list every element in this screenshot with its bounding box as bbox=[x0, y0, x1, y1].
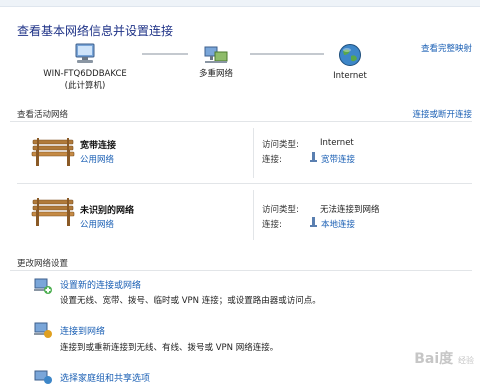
connect-network-icon bbox=[34, 322, 52, 338]
divider bbox=[10, 121, 472, 122]
watermark-sub: 经验 bbox=[458, 356, 474, 365]
vertical-divider bbox=[253, 128, 254, 178]
network-type-link[interactable]: 公用网络 bbox=[80, 153, 114, 165]
active-networks-section-label: 查看活动网络 bbox=[17, 110, 69, 120]
computer-name: WIN-FTQ6DDBAKCE bbox=[43, 69, 127, 79]
page-title: 查看基本网络信息并设置连接 bbox=[17, 24, 174, 38]
multiple-networks-label: 多重网络 bbox=[198, 69, 233, 79]
internet-label: Internet bbox=[333, 71, 367, 81]
map-connector-line bbox=[142, 53, 188, 55]
network-type-link[interactable]: 公用网络 bbox=[80, 218, 114, 230]
task-description: 连接到或重新连接到无线、有线、拨号或 VPN 网络连接。 bbox=[60, 343, 279, 353]
access-type-value: Internet bbox=[320, 138, 354, 148]
divider bbox=[17, 183, 472, 184]
connection-label: 连接: bbox=[262, 155, 282, 165]
vertical-divider bbox=[253, 190, 254, 240]
access-type-label: 访问类型: bbox=[262, 140, 299, 150]
signal-icon bbox=[310, 217, 317, 227]
access-type-label: 访问类型: bbox=[262, 205, 299, 215]
watermark-text: Bai度 bbox=[414, 351, 454, 367]
network-name: 未识别的网络 bbox=[80, 206, 135, 216]
divider bbox=[10, 270, 472, 271]
view-full-map-link[interactable]: 查看完整映射 bbox=[421, 42, 472, 54]
computer-icon bbox=[75, 43, 95, 63]
map-internet-node[interactable]: Internet bbox=[322, 43, 378, 82]
connection-label: 连接: bbox=[262, 220, 282, 230]
map-multiple-networks-node[interactable]: 多重网络 bbox=[185, 43, 247, 80]
signal-icon bbox=[310, 152, 317, 162]
multiple-networks-icon bbox=[204, 46, 228, 63]
new-connection-icon bbox=[34, 278, 52, 294]
network-name: 宽带连接 bbox=[80, 141, 117, 151]
connect-to-network-link[interactable]: 连接到网络 bbox=[60, 324, 105, 337]
access-type-value: 无法连接到网络 bbox=[320, 205, 380, 215]
change-settings-section-label: 更改网络设置 bbox=[17, 259, 69, 269]
setup-new-connection-link[interactable]: 设置新的连接或网络 bbox=[60, 278, 141, 291]
window-top-strip bbox=[0, 0, 480, 7]
globe-icon bbox=[339, 44, 361, 66]
watermark: Bai度 经验 bbox=[414, 348, 474, 368]
computer-sub-label: (此计算机) bbox=[64, 81, 106, 91]
connection-link[interactable]: 宽带连接 bbox=[321, 153, 355, 165]
task-description: 设置无线、宽带、拨号、临时或 VPN 连接；或设置路由器或访问点。 bbox=[60, 296, 321, 306]
bench-icon bbox=[31, 138, 75, 166]
connection-link[interactable]: 本地连接 bbox=[321, 218, 355, 230]
homegroup-sharing-link[interactable]: 选择家庭组和共享选项 bbox=[60, 371, 150, 384]
map-computer-node[interactable]: WIN-FTQ6DDBAKCE (此计算机) bbox=[30, 43, 140, 92]
bench-icon bbox=[31, 198, 75, 226]
map-connector-line bbox=[250, 53, 324, 55]
connect-or-disconnect-link[interactable]: 连接或断开连接 bbox=[412, 108, 472, 120]
